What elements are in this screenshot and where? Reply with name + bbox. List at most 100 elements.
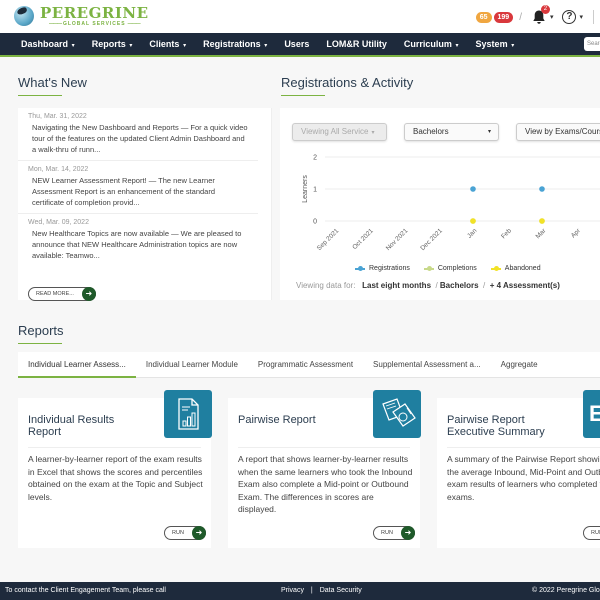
read-more-label: READ MORE... [36,291,74,297]
card-title: Pairwise Report [238,414,316,426]
report-card-individual-results: Individual Results Report A learner-by-l… [18,390,212,548]
arrow-right-icon: ➜ [400,526,415,540]
pending-count-badge[interactable]: 65 [475,11,492,23]
view-by-select-value: View by Exams/Courses [525,127,600,136]
reports-title: Reports [18,323,64,344]
service-select-value: Viewing All Service [301,127,369,136]
card-description: A learner-by-learner report of the exam … [28,454,203,502]
arrow-right-icon: ➜ [191,526,206,540]
nav-reports[interactable]: Reports ▾ [92,39,133,49]
run-button[interactable]: RUN ➜ [373,526,415,540]
chevron-down-icon: ▾ [453,43,459,49]
chart-legend: Registrations Completions Abandoned [355,265,555,272]
footer: To contact the Client Engagement Team, p… [0,582,600,600]
copyright: © 2022 Peregrine Global Services [532,587,600,594]
chevron-down-icon: ▾ [509,43,515,49]
brand-logo[interactable]: PEREGRINE GLOBAL SERVICES [14,5,149,27]
top-header: PEREGRINE GLOBAL SERVICES 65 199 / 2 ▾ ?… [0,0,600,33]
y-axis-label: Learners [302,175,309,203]
tab-aggregate[interactable]: Aggregate [491,352,548,378]
news-text[interactable]: NEW Learner Assessment Report! — The new… [32,175,249,208]
data-point-registrations [470,186,476,192]
chevron-down-icon[interactable]: ▾ [550,13,554,21]
y-tick-label: 1 [313,187,317,194]
legend-registrations[interactable]: Registrations [355,265,410,272]
executive-summary-icon: E [583,390,600,438]
contact-text: To contact the Client Engagement Team, p… [5,587,166,594]
run-button[interactable]: RUN ➜ [164,526,206,540]
chevron-down-icon: ▾ [262,43,268,49]
news-item[interactable]: Mon, Mar. 14, 2022 NEW Learner Assessmen… [18,161,258,214]
news-text[interactable]: Navigating the New Dashboard and Reports… [32,122,249,155]
card-description: A summary of the Pairwise Report showing… [447,454,600,502]
nav-lomr-utility[interactable]: LOM&R Utility [326,39,387,49]
news-date: Mon, Mar. 14, 2022 [28,166,89,173]
news-text[interactable]: New Healthcare Topics are now available … [32,228,249,261]
degree-select[interactable]: Bachelors ▾ [404,123,499,141]
main-nav: Dashboard ▾ Reports ▾ Clients ▾ Registra… [0,33,600,57]
legend-abandoned[interactable]: Abandoned [490,265,541,272]
privacy-link[interactable]: Privacy [281,587,304,594]
nav-users[interactable]: Users [284,39,309,49]
tab-programmatic-assessment[interactable]: Programmatic Assessment [248,352,363,378]
read-more-button[interactable]: READ MORE... ➜ [28,287,96,301]
viewing-label: Viewing data for: [296,281,356,290]
divider [28,447,201,448]
news-item[interactable]: Wed, Mar. 09, 2022 New Healthcare Topics… [18,214,258,266]
chevron-down-icon[interactable]: ▾ [579,13,583,21]
report-tabs: Individual Learner Assess... Individual … [18,352,600,378]
news-date: Wed, Mar. 09, 2022 [28,219,89,226]
nav-clients[interactable]: Clients ▾ [149,39,186,49]
service-select[interactable]: Viewing All Service ▾ [292,123,387,141]
notifications-button[interactable]: 2 [531,5,550,25]
notification-count: 2 [540,5,550,14]
degree-select-value: Bachelors [413,127,449,136]
x-tick-label: Feb [500,227,513,240]
nav-dashboard[interactable]: Dashboard ▾ [21,39,75,49]
report-card-pairwise-executive-summary: Pairwise Report Executive Summary E A su… [437,390,600,548]
viewing-summary: Viewing data for: Last eight months / Ba… [296,281,560,290]
card-title: Pairwise Report Executive Summary [447,414,545,438]
data-security-link[interactable]: Data Security [320,587,362,594]
run-button[interactable]: RUN ➜ [583,526,600,540]
x-tick-label: Jan [466,227,479,240]
data-point-registrations [539,186,545,192]
brand-subtitle: GLOBAL SERVICES [47,21,142,27]
tab-supplemental-assessment[interactable]: Supplemental Assessment a... [363,352,491,378]
brand-name: PEREGRINE [40,4,149,22]
chevron-down-icon: ▾ [487,129,491,135]
y-tick-label: 2 [313,155,317,162]
divider [593,10,594,24]
chevron-down-icon: ▾ [70,43,75,49]
chevron-down-icon: ▾ [371,130,375,136]
whats-new-title: What's New [18,75,87,96]
legend-completions[interactable]: Completions [423,265,477,272]
alert-count-badge[interactable]: 199 [493,11,514,23]
registrations-title: Registrations & Activity [281,75,414,96]
chevron-down-icon: ▾ [181,43,187,49]
help-icon[interactable]: ? [562,10,577,24]
card-title: Individual Results Report [28,414,115,438]
arrow-right-icon: ➜ [81,287,96,301]
news-item[interactable]: Thu, Mar. 31, 2022 Navigating the New Da… [18,108,258,161]
tab-individual-learner-module[interactable]: Individual Learner Module [136,352,248,378]
nav-registrations[interactable]: Registrations ▾ [203,39,267,49]
whats-new-panel: Thu, Mar. 31, 2022 Navigating the New Da… [18,108,272,301]
legend-label: Completions [437,265,477,272]
x-tick-label: Mar [535,227,548,240]
run-label: RUN [591,530,600,536]
legend-marker [423,265,434,271]
viewing-assessments[interactable]: + 4 Assessment(s) [490,281,560,290]
tab-individual-learner-assessment[interactable]: Individual Learner Assess... [18,352,136,378]
report-card-pairwise: Pairwise Report A report that shows lear… [228,390,421,548]
nav-system[interactable]: System ▾ [476,39,515,49]
viewing-period: Last eight months [362,281,432,290]
run-label: RUN [172,530,184,536]
search-input[interactable]: Search [584,37,600,51]
data-point-abandoned [470,218,476,224]
view-by-select[interactable]: View by Exams/Courses [516,123,600,141]
viewing-degree: Bachelors [439,281,479,290]
news-date: Thu, Mar. 31, 2022 [28,113,87,120]
x-tick-label: Nov 2021 [385,227,410,252]
nav-curriculum[interactable]: Curriculum ▾ [404,39,459,49]
